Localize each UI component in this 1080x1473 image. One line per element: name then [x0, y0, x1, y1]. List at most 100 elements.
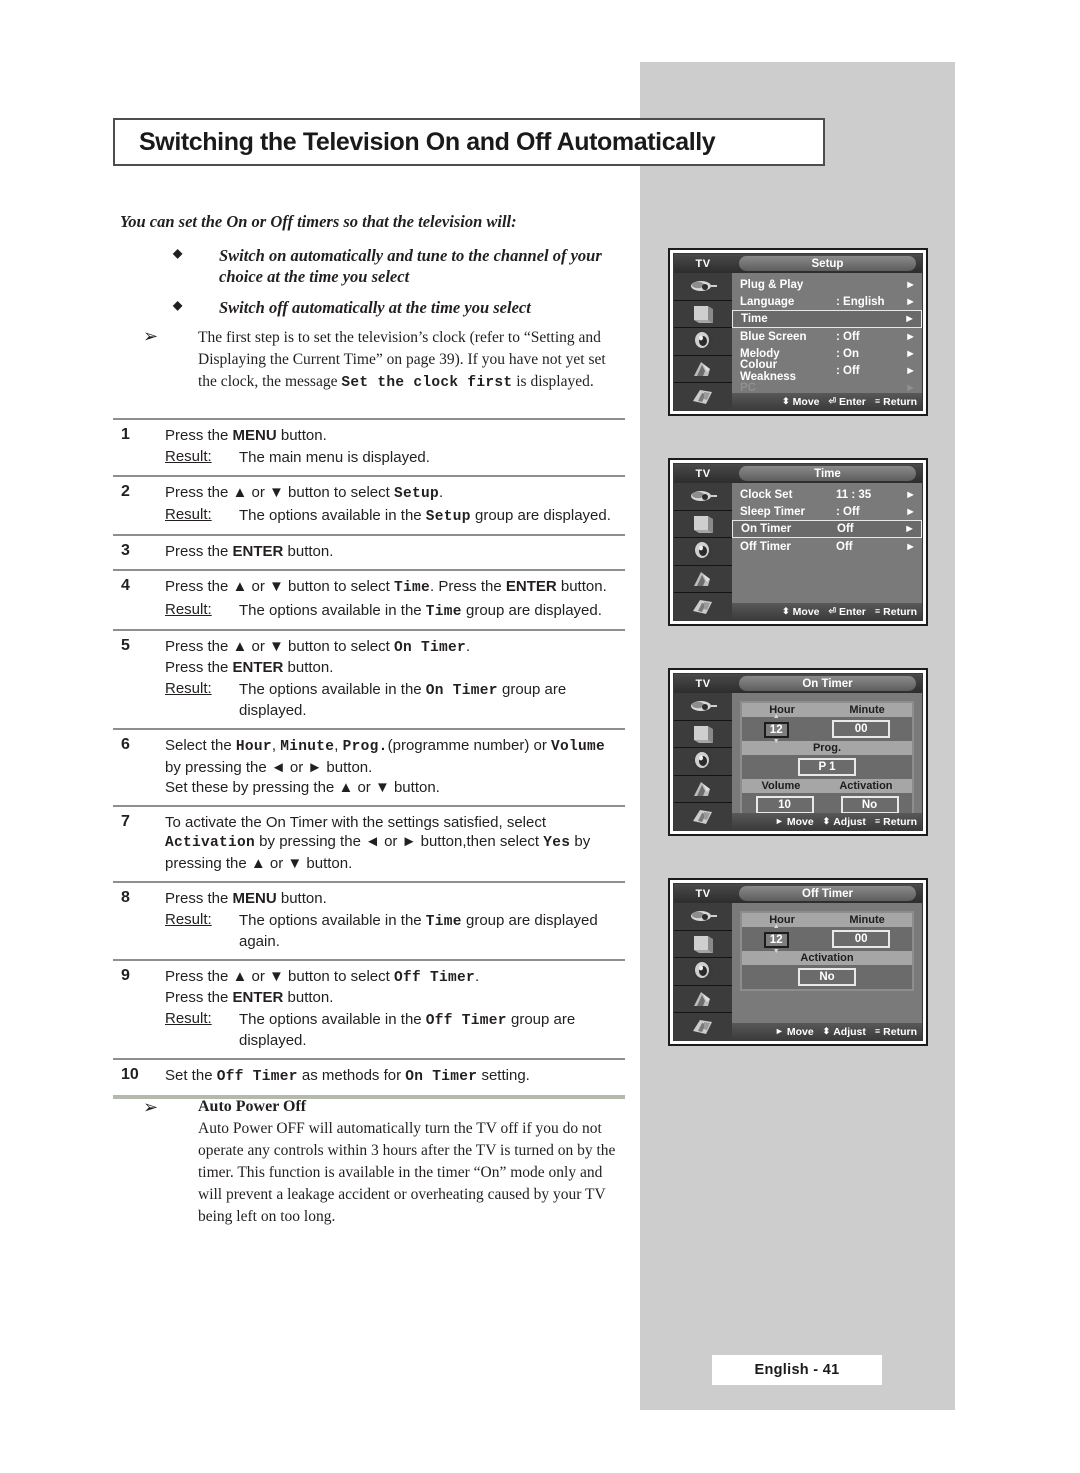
- step-instruction: Set these by pressing the ▲ or ▼ button.: [165, 778, 440, 796]
- setup-icon: [674, 1013, 732, 1040]
- osd-timer-spinner[interactable]: ▲ 12 ▼: [763, 923, 789, 955]
- input-source-icon: [674, 903, 732, 931]
- caret-up-icon[interactable]: ▲: [773, 713, 780, 720]
- osd-timer-field-headers: Volume Activation: [742, 779, 912, 793]
- osd-hint-label: Move: [786, 815, 814, 828]
- osd-menu-item[interactable]: Sleep Timer: Off ►: [732, 503, 922, 520]
- sound-icon: [674, 748, 732, 776]
- osd-hint-label: Return: [883, 395, 917, 408]
- osd-menu-off-timer: TV Off Timer Hour Minute ▲ 12 ▼ 00 Activation No ►…: [668, 878, 928, 1046]
- osd-tv-label: TV: [695, 467, 711, 480]
- osd-menu-item[interactable]: Blue Screen: Off ►: [732, 328, 922, 345]
- step-number: 3: [121, 542, 130, 560]
- osd-hint-label: Enter: [839, 605, 866, 618]
- osd-hint-icon: ⏎: [828, 606, 837, 616]
- procedure-steps: 1 Press the MENU button. Result: The main m…: [113, 418, 625, 1099]
- intro-section: You can set the On or Off timers so that…: [120, 212, 625, 394]
- caret-down-icon[interactable]: ▼: [773, 738, 780, 745]
- result-label: Result:: [165, 447, 212, 465]
- osd-item-value: : English: [836, 295, 885, 308]
- osd-footer-hint: ≡ Return: [875, 396, 917, 408]
- osd-menu-item[interactable]: Off Timer Off ►: [732, 538, 922, 555]
- chevron-right-icon: ►: [904, 523, 915, 535]
- osd-timer-value[interactable]: P 1: [798, 758, 856, 776]
- step-number: 7: [121, 812, 130, 830]
- picture-icon: [674, 511, 732, 539]
- sound-icon: [674, 328, 732, 356]
- osd-timer-spinner[interactable]: ▲ 12 ▼: [763, 713, 789, 745]
- osd-timer-field-values: ▲ 12 ▼ 00: [742, 923, 912, 955]
- osd-screen: TV Off Timer Hour Minute ▲ 12 ▼ 00 Activation No ►…: [673, 883, 923, 1041]
- chevron-right-icon: ►: [905, 505, 916, 518]
- osd-body: Hour Minute ▲ 12 ▼ 00 Activation No ► Move ⬍ Adjust…: [674, 903, 922, 1040]
- step-number: 5: [121, 636, 130, 654]
- osd-timer-value[interactable]: No: [798, 968, 856, 986]
- auto-power-off-text: Auto Power OFF will automatically turn t…: [198, 1120, 616, 1225]
- osd-timer-field-label: Prog.: [812, 742, 842, 754]
- osd-timer-value[interactable]: No: [840, 796, 899, 814]
- step-number: 2: [121, 482, 130, 500]
- step-row: 4 Press the ▲ or ▼ button to select Time.…: [113, 571, 625, 629]
- osd-timer-field-label: Activation: [839, 780, 893, 792]
- osd-menu-item[interactable]: Plug & Play ►: [732, 276, 922, 293]
- step-instruction: Activation by pressing the ◄ or ► button…: [165, 833, 591, 852]
- intro-lead: You can set the On or Off timers so that…: [120, 212, 517, 231]
- step-body: Select the Hour, Minute, Prog.(programme…: [165, 736, 625, 797]
- osd-menu-item[interactable]: Language : English ►: [732, 293, 922, 310]
- osd-tv-label: TV: [695, 677, 711, 690]
- step-result: Result: The options available in the Time…: [165, 911, 625, 952]
- chevron-right-icon: ►: [905, 330, 916, 343]
- osd-hint-label: Move: [786, 1025, 814, 1038]
- osd-footer-hints: ⬍ Move ⏎ Enter ≡ Return: [732, 393, 922, 410]
- osd-item-label: Time: [741, 313, 768, 325]
- osd-footer-hint: ⬍ Move: [782, 396, 819, 408]
- step-row: 5 Press the ▲ or ▼ button to select On Ti…: [113, 631, 625, 728]
- osd-item-label: Colour Weakness: [740, 358, 797, 383]
- chevron-right-icon: ►: [904, 313, 915, 325]
- osd-menu-item[interactable]: Time ►: [732, 310, 922, 328]
- osd-menu-item[interactable]: On Timer Off ►: [732, 520, 922, 538]
- osd-hint-label: Return: [883, 815, 917, 828]
- osd-titlebar: TV Time: [674, 464, 922, 483]
- step-instruction: To activate the On Timer with the settin…: [165, 813, 547, 831]
- osd-menu-item[interactable]: Clock Set 11 : 35 ►: [732, 486, 922, 503]
- osd-timer-value[interactable]: 12: [763, 722, 789, 738]
- step-row: 9 Press the ▲ or ▼ button to select Off T…: [113, 961, 625, 1058]
- osd-item-value: 11 : 35: [836, 488, 872, 501]
- step-instruction: Set the Off Timer as methods for On Time…: [165, 1067, 530, 1086]
- osd-item-label: Off Timer: [740, 540, 791, 553]
- osd-footer-hints: ► Move ⬍ Adjust ≡ Return: [732, 1023, 922, 1040]
- step-instruction: Press the ENTER button.: [165, 659, 334, 677]
- osd-menu-item[interactable]: Colour Weakness: Off ►: [732, 359, 922, 383]
- sound-icon: [674, 958, 732, 986]
- caret-up-icon[interactable]: ▲: [773, 923, 780, 930]
- intro-bullet-item: ◆ Switch off automatically at the time y…: [120, 297, 625, 318]
- osd-hint-label: Enter: [839, 395, 866, 408]
- osd-content: Clock Set 11 : 35 ► Sleep Timer: Off ► On Tim…: [732, 483, 922, 620]
- step-row: 3 Press the ENTER button.: [113, 536, 625, 569]
- osd-body: Plug & Play ► Language: English ► Time ► Blue …: [674, 273, 922, 410]
- chevron-right-icon: ►: [905, 488, 916, 501]
- osd-icon-sidebar: [674, 693, 732, 830]
- chevron-right-icon: ►: [905, 295, 916, 308]
- osd-hint-icon: ⏎: [828, 396, 837, 406]
- osd-item-label: Language: [740, 295, 795, 308]
- result-text: The options available in the Off Timer g…: [239, 1011, 576, 1050]
- osd-hint-icon: ⬍: [782, 396, 790, 406]
- channel-icon: [674, 776, 732, 804]
- osd-timer-value[interactable]: 10: [755, 796, 814, 814]
- osd-menu-title: On Timer: [739, 676, 916, 691]
- osd-timer-value[interactable]: 12: [763, 932, 789, 948]
- osd-hint-icon: ►: [774, 1026, 784, 1036]
- auto-power-off-note: ➢ Auto Power Off Auto Power OFF will aut…: [113, 1097, 625, 1228]
- intro-bullet-item: ◆ Switch on automatically and tune to th…: [120, 245, 625, 288]
- channel-icon: [674, 566, 732, 594]
- osd-hint-label: Move: [792, 395, 820, 408]
- osd-timer-value[interactable]: 00: [832, 720, 891, 738]
- step-body: Press the ENTER button.: [165, 542, 625, 562]
- osd-item-value: : Off: [836, 330, 860, 343]
- caret-down-icon[interactable]: ▼: [773, 948, 780, 955]
- osd-item-value: : On: [836, 347, 859, 360]
- osd-timer-value[interactable]: 00: [832, 930, 891, 948]
- step-body: Press the MENU button. Result: The options…: [165, 889, 625, 952]
